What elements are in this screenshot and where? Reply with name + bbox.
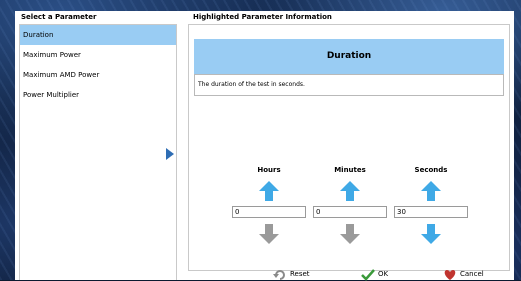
cancel-button[interactable]: Cancel bbox=[443, 269, 484, 280]
parameter-item-label: Duration bbox=[23, 31, 54, 39]
parameter-item-label: Maximum Power bbox=[23, 51, 81, 59]
seconds-input[interactable] bbox=[394, 206, 468, 218]
minutes-input[interactable] bbox=[313, 206, 387, 218]
parameter-item-maximum-power[interactable]: Maximum Power bbox=[20, 45, 176, 65]
cancel-label: Cancel bbox=[460, 270, 484, 278]
arrow-down-icon[interactable] bbox=[339, 223, 361, 245]
reset-button[interactable]: Reset bbox=[273, 269, 310, 280]
parameter-info-heading: Highlighted Parameter Information bbox=[193, 13, 332, 21]
parameter-item-duration[interactable]: Duration bbox=[20, 25, 176, 45]
ok-button[interactable]: OK bbox=[361, 268, 389, 281]
arrow-down-icon[interactable] bbox=[258, 223, 280, 245]
reset-label: Reset bbox=[290, 270, 310, 278]
hours-input[interactable] bbox=[232, 206, 306, 218]
minutes-spinner: Minutes bbox=[310, 165, 390, 245]
hours-label: Hours bbox=[257, 166, 281, 174]
parameter-dialog: Select a Parameter Duration Maximum Powe… bbox=[15, 11, 514, 281]
arrow-up-icon[interactable] bbox=[420, 180, 442, 202]
parameter-item-maximum-amd-power[interactable]: Maximum AMD Power bbox=[20, 65, 176, 85]
select-parameter-heading: Select a Parameter bbox=[21, 13, 97, 21]
minutes-label: Minutes bbox=[334, 166, 366, 174]
cancel-icon bbox=[444, 269, 456, 280]
parameter-list: Duration Maximum Power Maximum AMD Power… bbox=[19, 24, 177, 280]
hours-spinner: Hours bbox=[229, 165, 309, 245]
checkmark-icon bbox=[361, 268, 375, 281]
parameter-item-label: Power Multiplier bbox=[23, 91, 80, 99]
seconds-spinner: Seconds bbox=[391, 165, 471, 245]
seconds-label: Seconds bbox=[414, 166, 448, 174]
parameter-item-label: Maximum AMD Power bbox=[23, 71, 100, 79]
ok-label: OK bbox=[378, 270, 389, 278]
parameter-item-power-multiplier[interactable]: Power Multiplier bbox=[20, 85, 176, 105]
dialog-buttons: Reset OK Cancel bbox=[15, 268, 514, 281]
parameter-name-banner: Duration bbox=[194, 39, 504, 74]
arrow-up-icon[interactable] bbox=[258, 180, 280, 202]
arrow-down-icon[interactable] bbox=[420, 223, 442, 245]
parameter-description: The duration of the test in seconds. bbox=[194, 74, 504, 96]
arrow-up-icon[interactable] bbox=[339, 180, 361, 202]
chevron-right-icon bbox=[166, 148, 174, 160]
reset-icon bbox=[273, 269, 285, 280]
parameter-info-panel: Duration The duration of the test in sec… bbox=[188, 24, 510, 271]
